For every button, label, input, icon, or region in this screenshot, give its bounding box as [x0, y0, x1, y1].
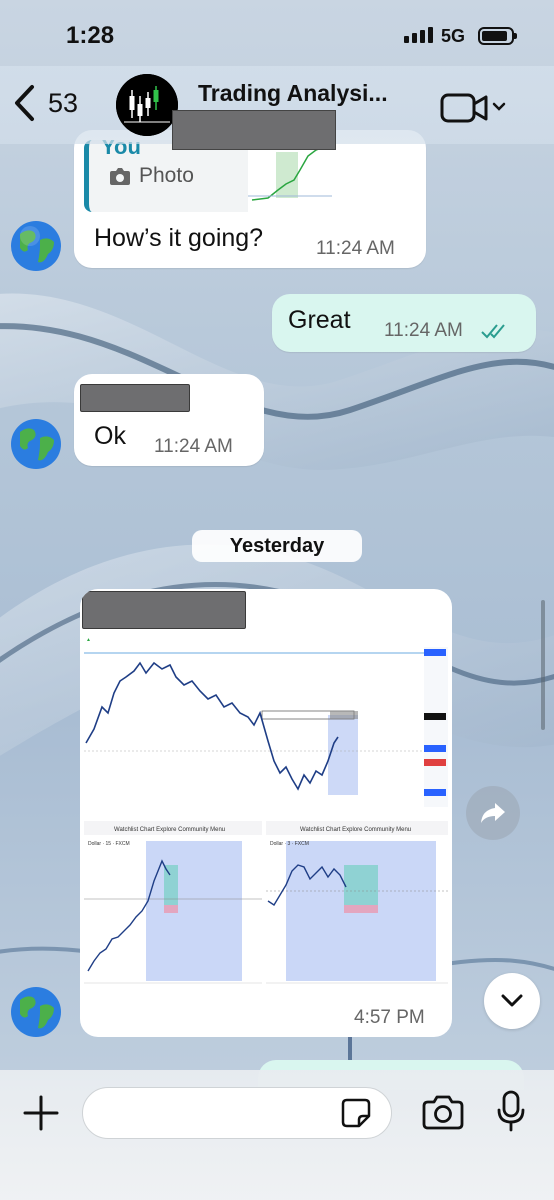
candlestick-chart-image: Watchlist Chart Explore Community Menu D… [266, 821, 448, 993]
chat-header: 53 Trading Analysi... [0, 66, 554, 150]
camera-icon [422, 1095, 464, 1130]
scrollbar[interactable] [541, 600, 545, 730]
microphone-button[interactable] [496, 1090, 526, 1137]
message-time: 11:24 AM [316, 238, 395, 259]
svg-text:Watchlist Chart Explore Com: Watchlist Chart Explore Community Menu [300, 827, 411, 833]
status-bar: 1:28 5G [0, 0, 554, 70]
chart-screenshot-main[interactable]: ▲ [84, 633, 448, 813]
globe-icon [11, 221, 61, 271]
chevron-down-icon [501, 994, 523, 1007]
svg-text:▲: ▲ [86, 637, 91, 643]
video-camera-icon [440, 93, 488, 123]
message-text: Great [288, 306, 351, 334]
pane-right-title: Dollar · 3 · FXCM [270, 841, 309, 847]
chat-title[interactable]: Trading Analysi... [198, 80, 388, 107]
redacted-sender-name [80, 384, 190, 412]
camera-button[interactable] [422, 1094, 464, 1135]
redacted-sender-name [82, 591, 246, 629]
image-message-bubble[interactable]: ▲ Watchlist Chart Explore Community Menu… [80, 589, 452, 1037]
reply-thumbnail [248, 140, 332, 212]
sender-avatar[interactable] [10, 418, 62, 470]
plus-icon [23, 1095, 59, 1131]
sender-avatar[interactable] [10, 220, 62, 272]
reply-media-label: Photo [139, 164, 194, 187]
sticker-icon [341, 1098, 371, 1128]
candlestick-logo-icon [116, 74, 178, 136]
battery-icon [478, 27, 517, 45]
network-type: 5G [441, 26, 466, 46]
sticker-button[interactable] [340, 1097, 372, 1134]
microphone-icon [497, 1090, 525, 1132]
candlestick-chart-image: Watchlist Chart Explore Community Menu D… [84, 821, 262, 993]
globe-icon [11, 987, 61, 1037]
message-time: 11:24 AM [384, 320, 463, 341]
message-time: 11:24 AM [154, 436, 233, 457]
message-input[interactable] [101, 1098, 341, 1128]
chart-screenshot-left[interactable]: Watchlist Chart Explore Community Menu D… [84, 821, 262, 993]
date-separator: Yesterday [192, 530, 362, 562]
message-composer [0, 1070, 554, 1200]
pane-left-title: Dollar · 15 · FXCM [88, 841, 130, 847]
message-time: 4:57 PM [354, 1007, 425, 1028]
message-list[interactable]: You Photo How’s it going? 11:24 AM Great… [0, 0, 554, 1200]
status-time: 1:28 [66, 22, 115, 49]
cellular-signal-icon [404, 27, 433, 43]
sender-avatar[interactable] [10, 986, 62, 1038]
attach-button[interactable] [22, 1094, 60, 1137]
globe-icon [11, 419, 61, 469]
candlestick-chart-image: ▲ [84, 633, 448, 813]
svg-text:Watchlist Chart Explore Com: Watchlist Chart Explore Community Menu [114, 827, 225, 833]
redacted-subtitle [172, 110, 336, 150]
back-button[interactable]: 53 [12, 84, 78, 122]
forward-arrow-icon [481, 803, 505, 823]
chart-screenshot-right[interactable]: Watchlist Chart Explore Community Menu D… [266, 821, 448, 993]
message-text: How’s it going? [94, 224, 264, 252]
group-avatar[interactable] [116, 74, 178, 136]
chevron-down-icon [492, 102, 506, 111]
camera-icon [110, 168, 130, 185]
scroll-to-bottom-button[interactable] [484, 973, 540, 1029]
forward-button[interactable] [466, 786, 520, 840]
read-receipt-icon [481, 324, 505, 339]
message-text: Ok [94, 422, 126, 450]
unread-count: 53 [48, 87, 79, 118]
chevron-left-icon [15, 85, 34, 121]
video-call-button[interactable] [440, 90, 506, 124]
